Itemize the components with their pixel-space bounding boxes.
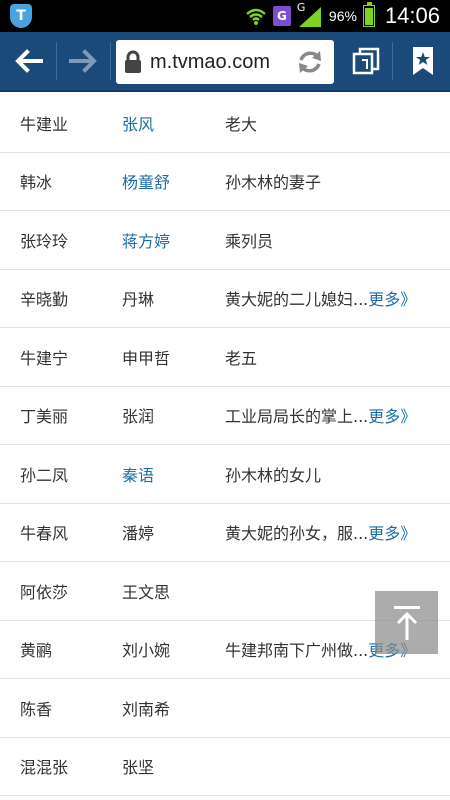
description-text: 牛建邦南下广州做...	[225, 641, 369, 661]
battery-percent: 96%	[328, 8, 357, 24]
reload-icon[interactable]	[290, 40, 330, 84]
back-to-top-button[interactable]	[375, 591, 438, 654]
role-name: 丁美丽	[20, 407, 69, 427]
role-name: 张玲玲	[20, 231, 69, 251]
role-name: 辛晓勤	[20, 290, 69, 310]
table-row: 丁美丽 张润 工业局局长的掌上...更多》	[0, 387, 450, 445]
role-description: 孙木林的女儿	[225, 462, 321, 486]
role-name: 韩冰	[20, 173, 53, 193]
signal-icon: G	[297, 1, 323, 29]
lock-icon	[116, 40, 150, 84]
bookmark-star-icon	[413, 47, 433, 75]
bookmark-button[interactable]	[396, 32, 450, 90]
description-text: 孙木林的妻子	[225, 173, 322, 193]
role-name: 混混张	[20, 758, 69, 778]
table-row: 牛建宁 申甲哲 老五	[0, 328, 450, 387]
actor-name: 刘小婉	[122, 641, 171, 661]
actor-name: 王文思	[122, 582, 171, 602]
description-text: 乘列员	[225, 231, 274, 251]
arrow-up-icon	[393, 605, 420, 640]
role-name: 阿依莎	[20, 582, 69, 602]
role-description: 黄大妮的二儿媳妇...更多》	[225, 286, 416, 310]
tabs-icon	[352, 47, 380, 75]
address-bar[interactable]: m.tvmao.com	[116, 40, 334, 84]
actor-name: 潘婷	[122, 524, 155, 544]
role-description: 孙木林的妻子	[225, 169, 321, 193]
description-text: 黄大妮的孙女，服...	[225, 524, 369, 544]
actor-name: 申甲哲	[122, 348, 171, 368]
actor-link[interactable]: 秦语	[122, 462, 154, 486]
actor-link[interactable]: 杨童舒	[122, 169, 170, 193]
more-link[interactable]: 更多》	[368, 407, 416, 426]
cast-list: 牛建业 张风 老大韩冰 杨童舒 孙木林的妻子张玲玲 蒋方婷 乘列员辛晓勤 丹琳 黄大妮的二儿媳妇…	[0, 94, 450, 800]
back-arrow-icon	[15, 49, 43, 73]
toolbar-divider	[392, 42, 393, 80]
role-name: 黄鹂	[20, 641, 53, 661]
role-name: 孙二凤	[20, 465, 69, 485]
role-name: 牛建业	[20, 114, 69, 134]
table-row: 混混张 张坚	[0, 738, 450, 796]
toolbar-divider	[110, 42, 111, 80]
table-row: 张玲玲 蒋方婷 乘列员	[0, 211, 450, 270]
status-bar: T G G 96% 14:06	[0, 0, 450, 32]
role-name: 牛建宁	[20, 348, 69, 368]
actor-name: 张润	[122, 407, 155, 427]
battery-icon	[362, 2, 375, 27]
table-row: 孙二凤 秦语 孙木林的女儿	[0, 445, 450, 504]
role-name: 牛春风	[20, 524, 69, 544]
table-row: 牛建业 张风 老大	[0, 94, 450, 153]
actor-name: 丹琳	[122, 290, 155, 310]
toolbar-divider	[56, 42, 57, 80]
table-row: 陈香 刘南希	[0, 679, 450, 738]
description-text: 孙木林的女儿	[225, 465, 322, 485]
description-text: 黄大妮的二儿媳妇...	[225, 290, 369, 310]
clock: 14:06	[384, 3, 440, 28]
actor-link[interactable]: 张风	[122, 111, 154, 135]
table-row: 辛晓勤 丹琳 黄大妮的二儿媳妇...更多》	[0, 270, 450, 328]
back-button[interactable]	[0, 32, 56, 90]
role-description: 老五	[225, 345, 257, 369]
forward-button[interactable]	[58, 32, 110, 90]
description-text: 老五	[225, 348, 258, 368]
description-text: 工业局局长的掌上...	[225, 407, 369, 427]
app-notification-icon: G	[272, 6, 291, 26]
wifi-icon	[245, 6, 267, 26]
more-link[interactable]: 更多》	[368, 290, 416, 309]
role-name: 陈香	[20, 699, 53, 719]
tabs-button[interactable]	[340, 32, 392, 90]
security-app-icon: T	[10, 4, 32, 28]
role-description: 乘列员	[225, 228, 273, 252]
role-description: 工业局局长的掌上...更多》	[225, 403, 416, 427]
browser-toolbar: m.tvmao.com	[0, 32, 450, 92]
description-text: 老大	[225, 114, 258, 134]
actor-name: 刘南希	[122, 699, 171, 719]
actor-name: 张坚	[122, 758, 155, 778]
actor-link[interactable]: 蒋方婷	[122, 228, 170, 252]
table-row: 韩冰 杨童舒 孙木林的妻子	[0, 153, 450, 211]
role-description: 黄大妮的孙女，服...更多》	[225, 520, 416, 544]
table-row: 牛春风 潘婷 黄大妮的孙女，服...更多》	[0, 504, 450, 562]
role-description: 老大	[225, 111, 257, 135]
forward-arrow-icon	[69, 49, 97, 73]
url-text[interactable]: m.tvmao.com	[150, 51, 290, 74]
more-link[interactable]: 更多》	[368, 524, 416, 543]
